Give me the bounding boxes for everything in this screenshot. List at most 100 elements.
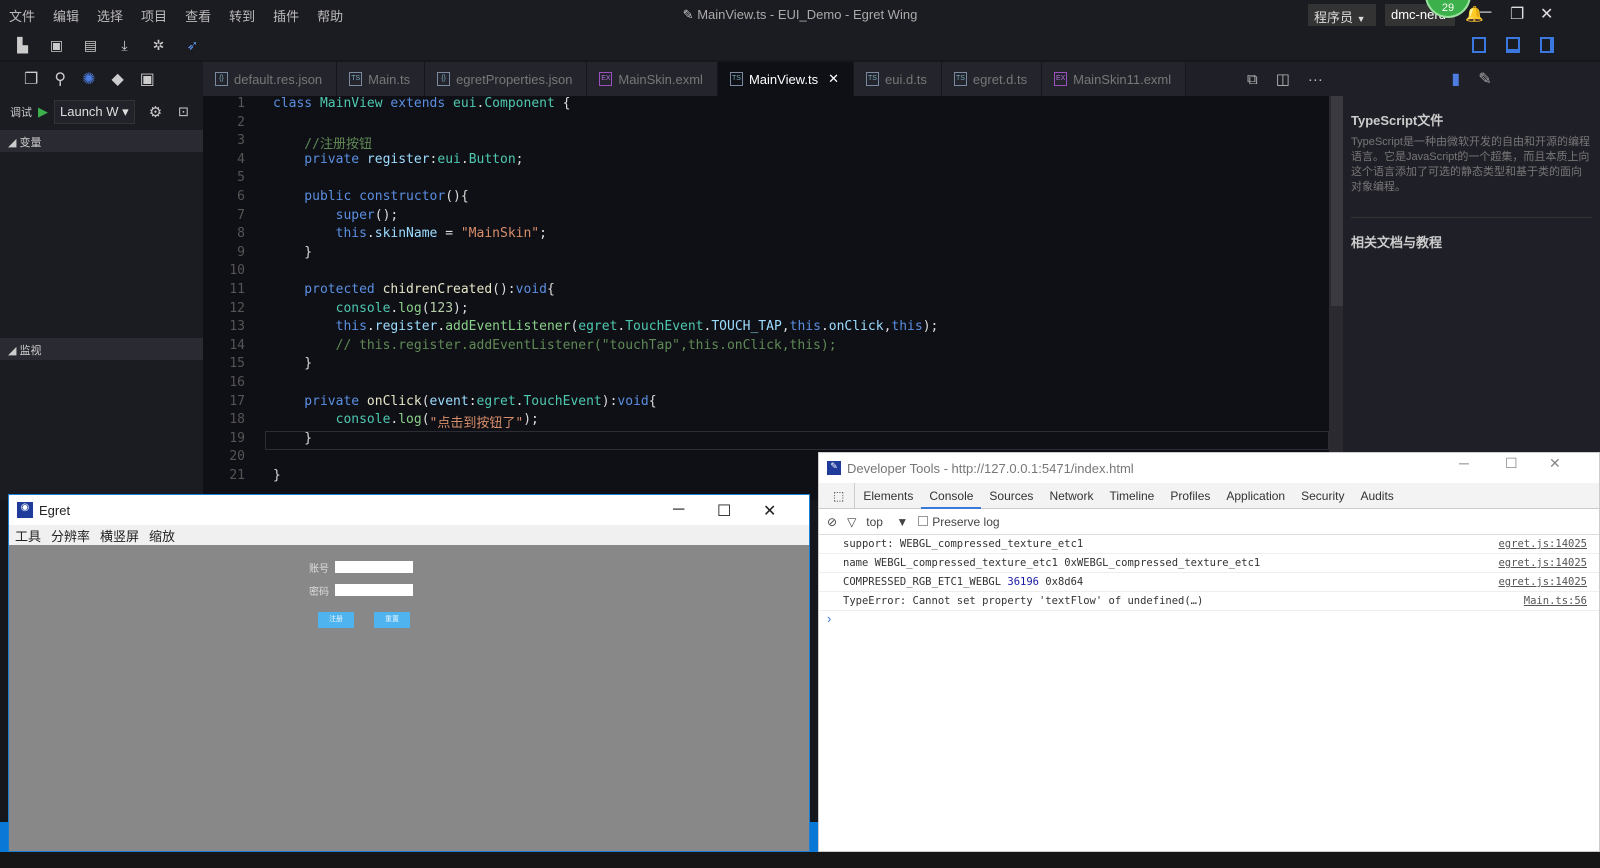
more-icon[interactable]: ··· <box>1308 71 1323 88</box>
devtools-tab-console[interactable]: Console <box>921 483 982 509</box>
code-token: . <box>460 151 469 167</box>
menu-tools[interactable]: 工具 <box>15 526 41 545</box>
files-icon[interactable]: ❐ <box>24 69 38 89</box>
devtools-tab-timeline[interactable]: Timeline <box>1101 483 1162 509</box>
publish-icon[interactable]: ⤓ <box>116 37 133 53</box>
devtools-tab-application[interactable]: Application <box>1218 483 1293 509</box>
docs-link[interactable]: 相关文档与教程 <box>1343 232 1600 251</box>
code-line: 12 console. log(123); <box>203 301 1329 320</box>
layout-bottom-icon[interactable] <box>1506 37 1520 53</box>
register-button[interactable]: 注册 <box>318 612 354 628</box>
exml-file-icon: EX <box>1054 72 1068 86</box>
clear-console-icon[interactable]: ⊘ <box>827 515 837 529</box>
gear-icon[interactable]: ⚙ <box>149 103 162 121</box>
tab-default-res-json[interactable]: {} default.res.json <box>203 62 338 96</box>
tab-label: egretProperties.json <box>456 71 573 87</box>
role-dropdown[interactable]: 程序员 ▼ <box>1308 4 1376 26</box>
console-prompt[interactable]: › <box>819 611 1599 626</box>
source-link[interactable]: egret.js:14025 <box>1498 554 1587 572</box>
reset-button[interactable]: 重置 <box>374 612 410 628</box>
minimize-icon[interactable]: ─ <box>673 501 684 519</box>
save-icon[interactable]: ▣ <box>48 37 65 53</box>
context-select[interactable]: top ▼ <box>866 515 908 529</box>
message-text: TypeError: Cannot set property 'textFlow… <box>843 595 1204 607</box>
minimize-icon[interactable]: ─ <box>1459 455 1469 471</box>
search-icon[interactable]: ⚲ <box>54 69 66 89</box>
scrollbar-thumb[interactable] <box>1331 96 1343 306</box>
menu-resolution[interactable]: 分辨率 <box>51 526 90 545</box>
minimize-icon[interactable]: ─ <box>1480 4 1491 22</box>
devtools-tab-audits[interactable]: Audits <box>1352 483 1401 509</box>
console-icon[interactable]: ⊡ <box>178 104 189 120</box>
layout-left-icon[interactable] <box>1472 37 1486 53</box>
devtools-tab-network[interactable]: Network <box>1041 483 1101 509</box>
line-number: 10 <box>229 263 245 279</box>
launch-config-select[interactable]: Launch W ▾ <box>54 100 135 124</box>
new-project-icon[interactable]: ▙ <box>14 37 31 53</box>
save-all-icon[interactable]: ▤ <box>82 37 99 53</box>
source-link[interactable]: egret.js:14025 <box>1498 573 1587 591</box>
tab-mainskin-exml[interactable]: EX MainSkin.exml <box>587 62 718 96</box>
split-editor-icon[interactable]: ◫ <box>1276 70 1290 88</box>
menu-zoom[interactable]: 缩放 <box>149 526 175 545</box>
tab-tools: ⧉ ◫ ··· <box>1233 62 1323 96</box>
tab-label: default.res.json <box>234 71 323 87</box>
code-token: ( <box>421 393 430 409</box>
line-number: 4 <box>237 151 245 167</box>
debug-label: 调试 <box>10 107 32 119</box>
debug-bar: 调试 ▶ Launch W ▾ ⚙ ⊡ <box>0 96 203 128</box>
close-icon[interactable]: ✕ <box>763 501 776 521</box>
maximize-icon[interactable]: ☐ <box>1505 455 1518 472</box>
debug-bug-icon[interactable]: ✲ <box>150 37 167 53</box>
code-token: TouchEvent <box>625 319 704 335</box>
watch-section[interactable]: ◢ 监视 <box>0 338 203 360</box>
panel-title: TypeScript文件 <box>1351 113 1444 128</box>
password-input[interactable] <box>335 584 413 596</box>
code-line: 1 class MainView extends eui. Component { <box>203 96 1329 115</box>
tab-main-ts[interactable]: TS Main.ts <box>337 62 426 96</box>
layout-right-icon[interactable] <box>1540 37 1554 53</box>
line-number: 19 <box>229 430 245 446</box>
menu-orientation[interactable]: 横竖屏 <box>100 526 139 545</box>
play-icon[interactable]: ▶ <box>38 104 48 120</box>
debug-icon[interactable]: ✺ <box>82 69 95 89</box>
devtools-tab-elements[interactable]: Elements <box>855 483 921 509</box>
code-token: console <box>273 412 391 428</box>
code-token: ; <box>539 226 547 242</box>
tab-mainskin11-exml[interactable]: EX MainSkin11.exml <box>1042 62 1187 96</box>
close-icon[interactable]: ✕ <box>1540 4 1553 24</box>
line-number: 1 <box>237 96 245 111</box>
feather-icon[interactable]: ✎ <box>1478 69 1491 89</box>
code-line: 4 private register: eui. Button; <box>203 152 1329 171</box>
tab-egret-d-ts[interactable]: TS egret.d.ts <box>941 62 1043 96</box>
devtools-tab-security[interactable]: Security <box>1293 483 1352 509</box>
extensions-icon[interactable]: ▣ <box>140 69 155 89</box>
devtools-tab-profiles[interactable]: Profiles <box>1162 483 1218 509</box>
line-number: 6 <box>237 188 245 204</box>
split-compare-icon[interactable]: ⧉ <box>1247 71 1258 88</box>
filter-icon[interactable]: ▽ <box>847 515 856 529</box>
close-tab-icon[interactable]: ✕ <box>828 71 839 87</box>
tab-mainview-ts[interactable]: TS MainView.ts ✕ <box>717 62 854 96</box>
source-link[interactable]: Main.ts:56 <box>1524 592 1587 610</box>
code-token: Button <box>468 151 516 167</box>
account-label: 账号 <box>309 564 329 575</box>
restore-icon[interactable]: ❐ <box>1510 4 1524 24</box>
preserve-log-checkbox[interactable]: Preserve log <box>918 515 1000 529</box>
close-icon[interactable]: ✕ <box>1549 455 1561 472</box>
variables-section[interactable]: ◢ 变量 <box>0 130 203 152</box>
rocket-icon[interactable]: ➶ <box>184 37 201 53</box>
inspect-icon[interactable]: ⬚ <box>825 482 856 509</box>
tab-egretproperties-json[interactable]: {} egretProperties.json <box>425 62 588 96</box>
book-icon[interactable]: ▮ <box>1451 69 1460 89</box>
devtools-tab-sources[interactable]: Sources <box>981 483 1041 509</box>
code-token: . <box>366 319 375 335</box>
tab-eui-d-ts[interactable]: TS eui.d.ts <box>854 62 942 96</box>
source-link[interactable]: egret.js:14025 <box>1498 535 1587 553</box>
maximize-icon[interactable]: ☐ <box>717 501 731 521</box>
taskbar <box>0 852 1600 868</box>
git-icon[interactable]: ◆ <box>111 69 123 89</box>
code-token: this <box>273 319 367 335</box>
code-line: 13 this. register. addEventListener(egret.… <box>203 319 1329 338</box>
account-input[interactable] <box>335 561 413 573</box>
